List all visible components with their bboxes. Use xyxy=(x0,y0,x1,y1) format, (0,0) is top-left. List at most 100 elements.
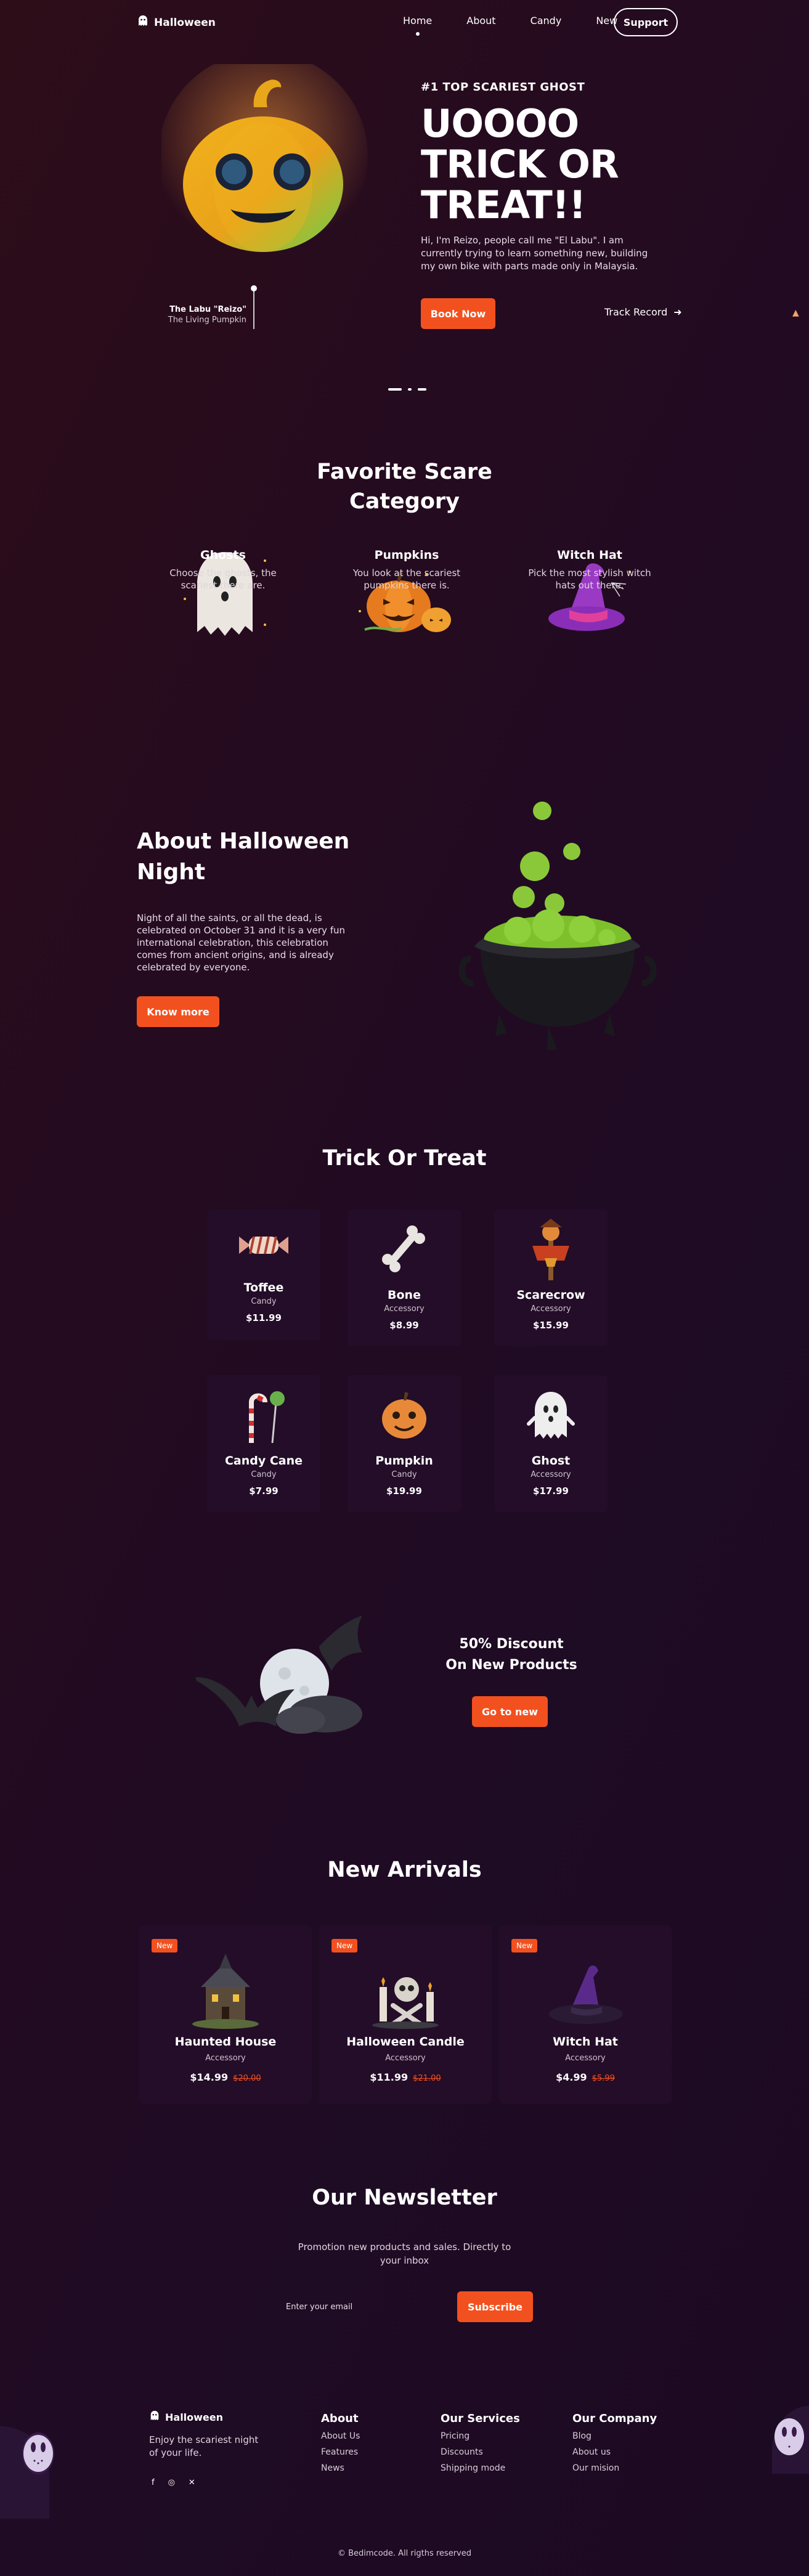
arrivals-title: New Arrivals xyxy=(327,1858,482,1882)
candy-cane-icon xyxy=(207,1375,320,1454)
product-card[interactable]: Bone Accessory $8.99 xyxy=(348,1209,461,1346)
arrival-old-price: $21.00 xyxy=(413,2074,441,2083)
product-card[interactable]: Scarecrow Accessory $15.99 xyxy=(494,1209,608,1346)
hero-title-line3: TREAT!! xyxy=(421,182,586,227)
arrival-price: $4.99 xyxy=(556,2071,587,2083)
about-title-line1: About Halloween xyxy=(137,829,350,854)
track-record-link[interactable]: Track Record ➜ xyxy=(604,306,682,318)
arrow-right-icon: ➜ xyxy=(673,306,682,318)
hero-pumpkin-image xyxy=(158,52,371,280)
hero-description: Hi, I'm Reizo, people call me "El Labu".… xyxy=(421,235,648,272)
book-now-button[interactable]: Book Now xyxy=(421,298,495,329)
product-name: Toffee xyxy=(243,1281,284,1294)
product-name: Ghost xyxy=(531,1454,571,1468)
footer-link[interactable]: Features xyxy=(321,2447,360,2457)
subscribe-button[interactable]: Subscribe xyxy=(457,2291,533,2322)
social-links: f ◎ ✕ xyxy=(152,2478,272,2487)
new-badge: New xyxy=(331,1939,358,1952)
product-price: $7.99 xyxy=(249,1485,278,1497)
pumpkin-icon xyxy=(348,1375,461,1454)
footer-logo[interactable]: Halloween xyxy=(149,2410,272,2424)
arrival-old-price: $5.99 xyxy=(592,2074,615,2083)
product-name: Pumpkin xyxy=(375,1454,433,1468)
new-badge: New xyxy=(152,1939,178,1952)
category-name: Pumpkins xyxy=(374,548,439,562)
hero-title-line1: UOOOO xyxy=(421,101,579,146)
footer-link[interactable]: Our mision xyxy=(572,2463,657,2473)
product-card[interactable]: Toffee Candy $11.99 xyxy=(207,1209,320,1340)
product-card[interactable]: Candy Cane Candy $7.99 xyxy=(207,1375,320,1512)
scroll-up-icon[interactable]: ▲ xyxy=(792,308,799,318)
product-type: Accessory xyxy=(531,1304,571,1314)
ghost-icon xyxy=(494,1375,608,1454)
footer-link[interactable]: Pricing xyxy=(441,2431,520,2441)
trick-title: Trick Or Treat xyxy=(322,1146,487,1171)
twitter-icon[interactable]: ✕ xyxy=(189,2478,195,2487)
arrival-name: Haunted House xyxy=(174,2035,277,2049)
footer-link[interactable]: About us xyxy=(572,2447,657,2457)
product-name: Candy Cane xyxy=(224,1454,303,1468)
arrival-type: Accessory xyxy=(205,2054,246,2063)
category-title-line2: Category xyxy=(349,489,460,514)
nav-about[interactable]: About xyxy=(466,15,495,26)
product-price: $17.99 xyxy=(533,1485,569,1497)
pumpkin-pointer-dot xyxy=(251,285,257,291)
pumpkin-subtitle: The Living Pumpkin xyxy=(168,315,246,325)
arrival-type: Accessory xyxy=(565,2054,606,2063)
pumpkin-name: The Labu "Reizo" xyxy=(169,305,246,314)
footer-brand: Halloween Enjoy the scariest night of yo… xyxy=(149,2410,272,2487)
nav-candy[interactable]: Candy xyxy=(531,15,562,26)
category-witch-hat[interactable]: Witch Hat Pick the most stylish witch ha… xyxy=(528,548,651,591)
logo-text: Halloween xyxy=(154,16,216,29)
scroll-dash xyxy=(418,388,426,391)
footer-link[interactable]: Discounts xyxy=(441,2447,520,2457)
about-title-line2: Night xyxy=(137,859,206,885)
nav-home[interactable]: Home xyxy=(403,15,432,26)
product-type: Candy xyxy=(391,1470,417,1479)
scroll-dash xyxy=(408,388,412,391)
product-type: Candy xyxy=(251,1297,277,1306)
category-ghosts[interactable]: Ghosts Choose the ghosts, the scariest t… xyxy=(161,548,285,591)
arrival-price: $11.99 xyxy=(370,2071,409,2083)
newsletter-subtitle: Promotion new products and sales. Direct… xyxy=(298,2241,511,2266)
footer-column-title: Our Services xyxy=(441,2412,520,2425)
product-card[interactable]: Ghost Accessory $17.99 xyxy=(494,1375,608,1512)
footer-link[interactable]: About Us xyxy=(321,2431,360,2441)
arrival-card[interactable]: New Halloween Candle Accessory $11.99 $21… xyxy=(319,1925,492,2104)
product-type: Candy xyxy=(251,1470,277,1479)
email-input[interactable] xyxy=(276,2291,455,2322)
ghost-logo-icon xyxy=(137,15,149,30)
support-button[interactable]: Support xyxy=(614,8,678,36)
footer-link[interactable]: Blog xyxy=(572,2431,657,2441)
arrival-card[interactable]: New Witch Hat Accessory $4.99 $5.99 xyxy=(499,1925,672,2104)
category-description: Pick the most stylish witch hats out the… xyxy=(528,567,651,591)
pumpkin-pointer-line xyxy=(253,288,254,329)
copyright: © Bedimcode. All rigths reserved xyxy=(337,2549,471,2558)
category-pumpkins[interactable]: Pumpkins You look at the scariest pumpki… xyxy=(345,548,468,591)
scroll-indicator xyxy=(388,388,426,391)
scroll-dash xyxy=(388,388,402,391)
product-type: Accessory xyxy=(384,1304,425,1314)
newsletter-title: Our Newsletter xyxy=(312,2185,497,2210)
arrival-card[interactable]: New Haunted House Accessory $14.99 $20.00 xyxy=(139,1925,312,2104)
bat-moon-image xyxy=(190,1609,375,1745)
footer-link[interactable]: Shipping mode xyxy=(441,2463,520,2473)
discount-title: 50% Discount On New Products xyxy=(431,1634,592,1676)
category-title: Favorite Scare Category xyxy=(0,457,809,516)
arrival-type: Accessory xyxy=(385,2054,426,2063)
instagram-icon[interactable]: ◎ xyxy=(168,2478,175,2487)
about-description: Night of all the saints, or all the dead… xyxy=(137,912,345,973)
footer-tagline: Enjoy the scariest night of your life. xyxy=(149,2434,259,2458)
go-to-new-button[interactable]: Go to new xyxy=(472,1696,548,1727)
arrival-name: Witch Hat xyxy=(553,2035,618,2049)
footer-link[interactable]: News xyxy=(321,2463,360,2473)
hero-title-line2: TRICK OR xyxy=(421,142,619,187)
category-name: Witch Hat xyxy=(557,548,622,562)
footer-column-title: Our Company xyxy=(572,2412,657,2425)
product-type: Accessory xyxy=(531,1470,571,1479)
product-card[interactable]: Pumpkin Candy $19.99 xyxy=(348,1375,461,1512)
know-more-button[interactable]: Know more xyxy=(137,996,219,1027)
logo[interactable]: Halloween xyxy=(137,15,216,30)
ghost-mask-decoration xyxy=(766,2406,809,2474)
facebook-icon[interactable]: f xyxy=(152,2478,155,2487)
